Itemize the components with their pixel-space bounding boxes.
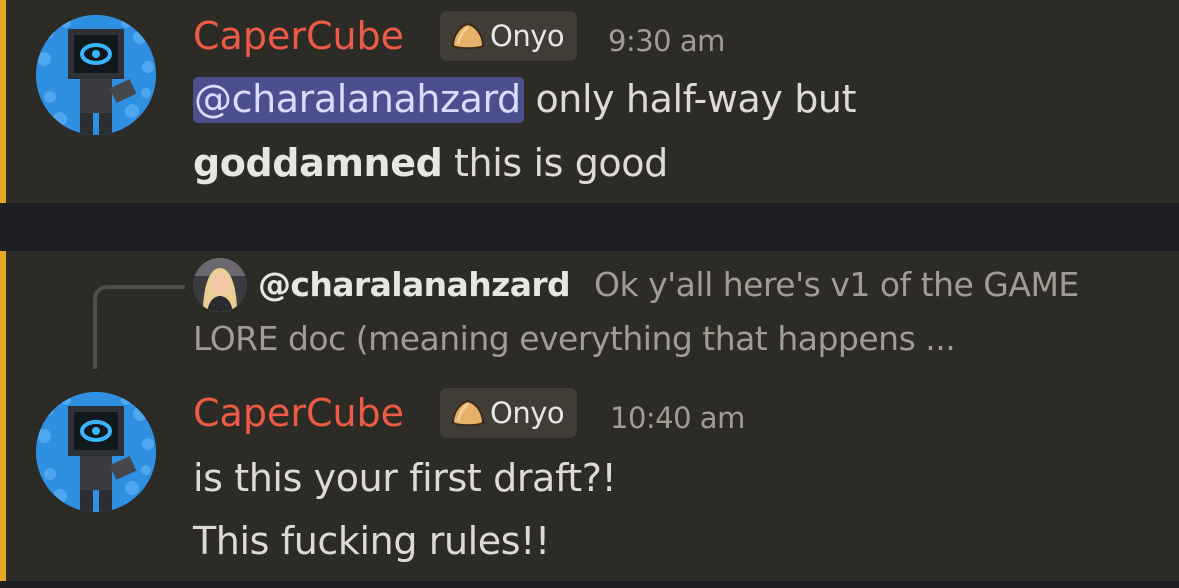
message-2[interactable]: @charalanahzard Ok y'all here's v1 of th… xyxy=(0,251,1179,581)
reply-connector xyxy=(93,285,185,369)
role-name: Onyo xyxy=(490,19,565,53)
reply-preview-text[interactable]: Ok y'all here's v1 of the GAME xyxy=(594,263,1079,307)
reply-avatar[interactable] xyxy=(193,258,247,312)
bold-text: goddamned xyxy=(193,141,443,185)
highlight-bar xyxy=(0,251,6,581)
username[interactable]: CaperCube xyxy=(193,13,404,59)
message-line-1: is this your first draft?! xyxy=(193,456,617,500)
message-1[interactable]: CaperCube Onyo 9:30 am @charalanahzard o… xyxy=(0,0,1179,203)
message-line-2: This fucking rules!! xyxy=(193,519,550,563)
reply-preview-text[interactable]: LORE doc (meaning everything that happen… xyxy=(193,317,956,361)
role-name: Onyo xyxy=(490,396,565,430)
onyo-dumpling-icon xyxy=(451,399,485,427)
onyo-dumpling-icon xyxy=(451,22,485,50)
message-line-2: goddamned this is good xyxy=(193,139,668,187)
reply-author[interactable]: @charalanahzard xyxy=(258,263,571,307)
message-text: only half-way but xyxy=(523,77,857,121)
highlight-bar xyxy=(0,0,6,203)
avatar[interactable] xyxy=(36,15,156,135)
avatar[interactable] xyxy=(36,392,156,512)
timestamp[interactable]: 9:30 am xyxy=(608,24,725,58)
message-text: this is good xyxy=(442,141,668,185)
role-tag[interactable]: Onyo xyxy=(440,388,578,438)
username[interactable]: CaperCube xyxy=(193,390,404,436)
user-mention[interactable]: @charalanahzard xyxy=(193,77,524,123)
message-line-1: @charalanahzard only half-way but xyxy=(193,75,857,123)
role-tag[interactable]: Onyo xyxy=(440,11,578,61)
timestamp[interactable]: 10:40 am xyxy=(610,401,745,435)
